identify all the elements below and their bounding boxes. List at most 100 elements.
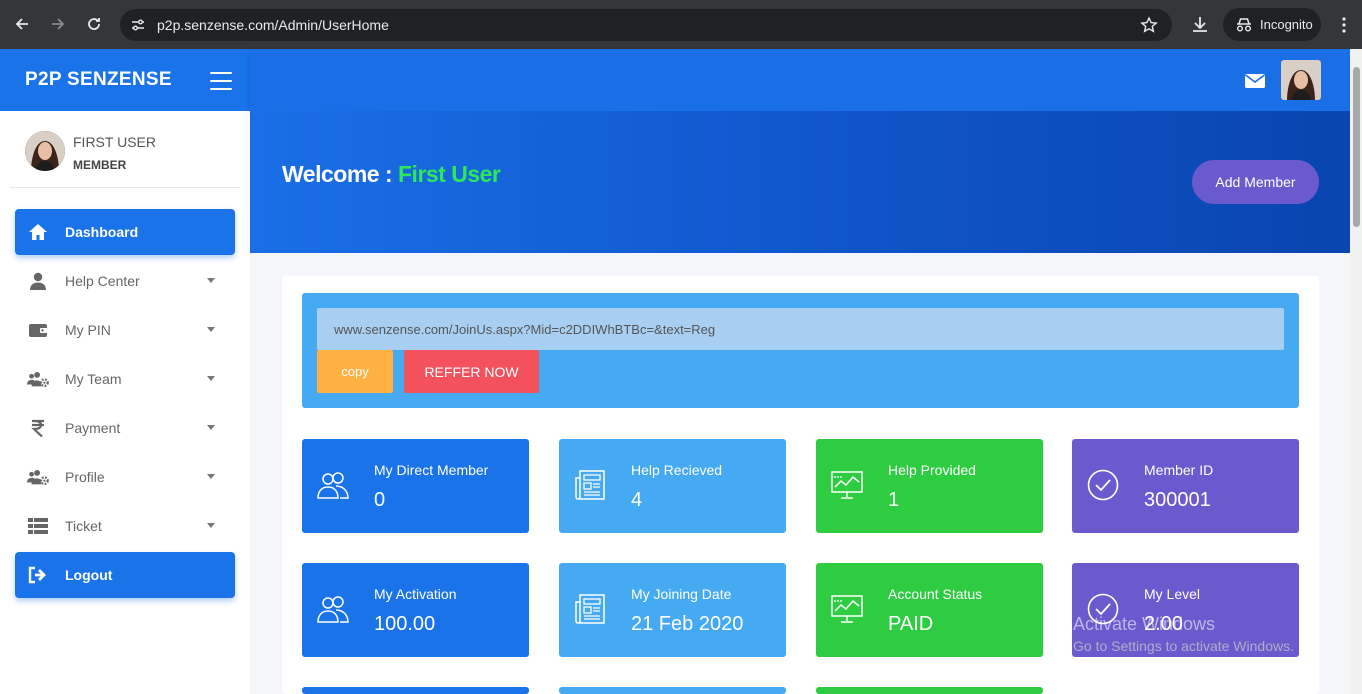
brand-bar: P2P SENZENSE (0, 49, 250, 111)
refer-now-button[interactable]: REFFER NOW (404, 350, 539, 393)
add-member-button[interactable]: Add Member (1192, 160, 1319, 204)
stat-label: Member ID (1144, 462, 1214, 478)
chevron-down-icon (207, 327, 215, 332)
page-title: Welcome : First User (282, 161, 501, 188)
stat-tile-partial (302, 687, 529, 694)
sidebar-item-ticket[interactable]: Ticket (15, 503, 235, 549)
stat-tile-joining-date: My Joining Date 21 Feb 2020 (559, 563, 786, 657)
stat-value: 4 (631, 489, 643, 511)
welcome-user-name: First User (398, 161, 501, 187)
reload-icon[interactable] (83, 13, 105, 35)
stat-label: My Level (1144, 586, 1201, 602)
sidebar-item-dashboard[interactable]: Dashboard (15, 209, 235, 255)
stat-tile-partial (816, 687, 1043, 694)
stat-value: PAID (888, 613, 934, 635)
stat-tile-help-received: Help Recieved 4 (559, 439, 786, 533)
wallet-icon (27, 320, 49, 340)
stat-tile-direct-member: My Direct Member 0 (302, 439, 529, 533)
avatar (25, 131, 65, 171)
welcome-prefix: Welcome : (282, 161, 393, 187)
sidebar-item-label: Help Center (65, 273, 140, 289)
sidebar-item-my-team[interactable]: My Team (15, 356, 235, 402)
monitor-chart-icon (830, 468, 864, 502)
avatar[interactable] (1281, 60, 1321, 100)
stat-label: My Activation (374, 586, 457, 602)
home-icon (27, 222, 49, 242)
incognito-icon (1237, 17, 1251, 31)
url-text: p2p.senzense.com/Admin/UserHome (157, 17, 389, 33)
stat-tile-partial (559, 687, 786, 694)
users-cog-icon (27, 467, 49, 487)
browser-toolbar: p2p.senzense.com/Admin/UserHome Incognit… (0, 0, 1362, 49)
brand-logo[interactable]: P2P SENZENSE (25, 69, 172, 91)
sidebar-item-profile[interactable]: Profile (15, 454, 235, 500)
stat-value: 100.00 (374, 613, 436, 635)
page-scrollbar[interactable] (1350, 49, 1362, 694)
sidebar-item-label: Payment (65, 420, 121, 436)
back-icon[interactable] (11, 13, 33, 35)
stat-tile-activation: My Activation 100.00 (302, 563, 529, 657)
stat-label: Help Recieved (631, 462, 723, 478)
referral-panel: www.senzense.com/JoinUs.aspx?Mid=c2DDIWh… (302, 293, 1299, 408)
newspaper-icon (573, 468, 607, 502)
copy-button[interactable]: copy (317, 350, 393, 393)
user-panel: FIRST USER MEMBER (10, 111, 240, 188)
sidebar-item-logout[interactable]: Logout (15, 552, 235, 598)
chevron-down-icon (207, 425, 215, 430)
users-icon (316, 592, 350, 626)
newspaper-icon (573, 592, 607, 626)
referral-link-field[interactable]: www.senzense.com/JoinUs.aspx?Mid=c2DDIWh… (317, 308, 1284, 350)
stat-tile-account-status: Account Status PAID (816, 563, 1043, 657)
sidebar-item-my-pin[interactable]: My PIN (15, 307, 235, 353)
chevron-down-icon (207, 278, 215, 283)
top-navbar (250, 49, 1350, 111)
chevron-down-icon (207, 523, 215, 528)
check-circle-icon (1086, 468, 1120, 502)
menu-toggle-icon[interactable] (210, 72, 232, 90)
stat-label: My Direct Member (374, 462, 489, 478)
site-settings-icon[interactable] (130, 17, 146, 33)
incognito-badge[interactable]: Incognito (1223, 8, 1321, 41)
sidebar-menu: Dashboard Help Center My PIN My Team Pay… (15, 209, 235, 601)
sidebar-item-label: Dashboard (65, 224, 139, 240)
user-icon (27, 271, 49, 291)
sidebar-item-help-center[interactable]: Help Center (15, 258, 235, 304)
sidebar-item-label: Profile (65, 469, 105, 485)
bookmark-star-icon[interactable] (1140, 16, 1158, 34)
stat-value: 1 (888, 489, 900, 511)
rupee-icon (27, 418, 49, 438)
sidebar-item-label: Ticket (65, 518, 102, 534)
address-bar[interactable]: p2p.senzense.com/Admin/UserHome (120, 9, 1172, 41)
stat-label: My Joining Date (631, 586, 732, 602)
users-cog-icon (27, 369, 49, 389)
incognito-label: Incognito (1260, 17, 1313, 32)
chevron-down-icon (207, 474, 215, 479)
sidebar-item-label: Logout (65, 567, 113, 583)
sidebar-item-label: My Team (65, 371, 122, 387)
welcome-banner: Welcome : First User Add Member (250, 111, 1350, 253)
stat-value: 21 Feb 2020 (631, 613, 744, 635)
mail-icon[interactable] (1245, 74, 1265, 88)
stat-tile-help-provided: Help Provided 1 (816, 439, 1043, 533)
stat-value: 0 (374, 489, 386, 511)
stat-label: Help Provided (888, 462, 976, 478)
windows-activation-hint: Go to Settings to activate Windows. (1073, 638, 1294, 654)
stat-tile-member-id: Member ID 300001 (1072, 439, 1299, 533)
sidebar: P2P SENZENSE FIRST USER MEMBER Dashboard… (0, 49, 250, 694)
browser-menu-icon[interactable] (1336, 14, 1352, 36)
forward-icon[interactable] (47, 13, 69, 35)
user-name: FIRST USER (73, 134, 156, 150)
sidebar-item-label: My PIN (65, 322, 111, 338)
sidebar-item-payment[interactable]: Payment (15, 405, 235, 451)
chevron-down-icon (207, 376, 215, 381)
scrollbar-thumb[interactable] (1353, 67, 1360, 227)
table-icon (27, 516, 49, 536)
download-icon[interactable] (1190, 14, 1210, 34)
stat-value: 300001 (1144, 489, 1211, 511)
windows-activation-title: Activate Windows (1073, 614, 1216, 634)
user-role: MEMBER (73, 158, 127, 172)
users-icon (316, 468, 350, 502)
stat-label: Account Status (888, 586, 983, 602)
monitor-chart-icon (830, 592, 864, 626)
logout-icon (27, 565, 49, 585)
